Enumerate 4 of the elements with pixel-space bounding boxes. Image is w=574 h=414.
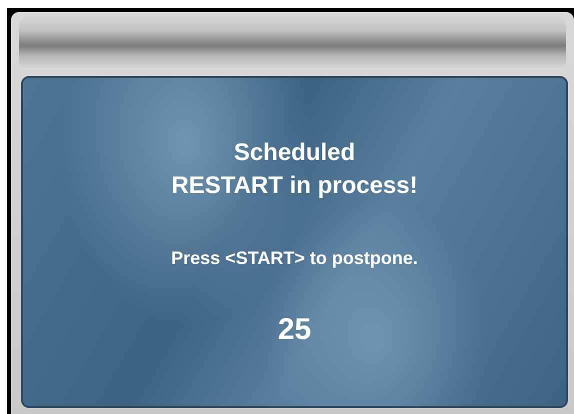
alert-title: Scheduled [234, 138, 356, 168]
instruction-text: Press <START> to postpone. [171, 248, 418, 269]
countdown-number: 25 [278, 313, 312, 347]
alert-title: RESTART in process! [171, 171, 418, 201]
